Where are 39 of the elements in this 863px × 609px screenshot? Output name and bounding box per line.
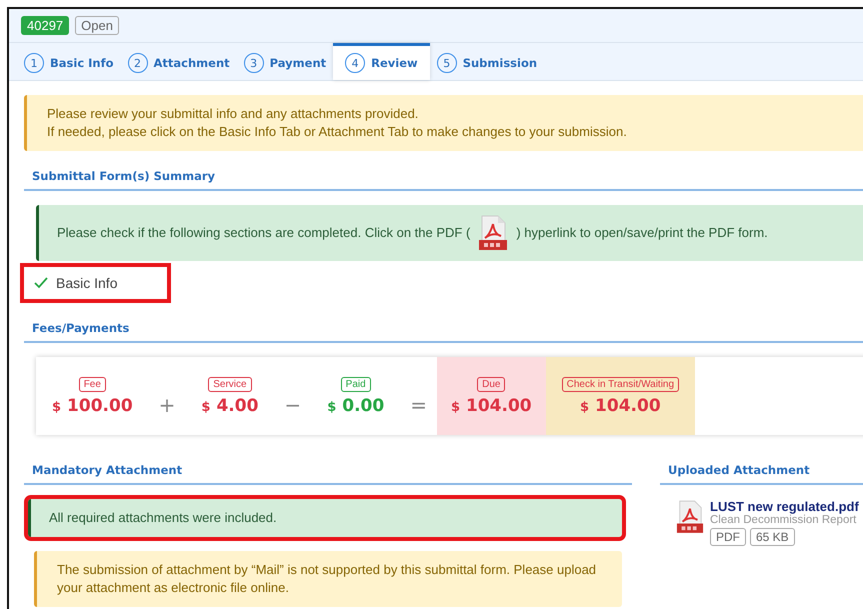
currency-sign: $	[327, 400, 336, 414]
section-title: Fees/Payments	[24, 303, 863, 343]
pdf-icon	[676, 499, 704, 535]
operator-sign: +	[158, 392, 176, 417]
section-title: Mandatory Attachment	[24, 445, 632, 485]
tab[interactable]: 4 Review	[333, 43, 430, 80]
file-tag: PDF	[710, 528, 746, 546]
tab[interactable]: 2 Attachment	[120, 43, 237, 80]
fee-amount: 4.00	[216, 396, 258, 416]
fee-label: Check in Transit/Waiting	[562, 376, 680, 392]
fee-amount: 104.00	[466, 396, 532, 416]
tab[interactable]: 5 Submission	[430, 43, 544, 80]
status-badge: Open	[75, 16, 119, 35]
fee-label: Service	[208, 376, 252, 392]
fee-amount: 0.00	[342, 396, 384, 416]
section-title: Uploaded Attachment	[660, 445, 863, 485]
fee-label: Paid	[340, 376, 371, 392]
currency-sign: $	[580, 400, 590, 414]
pdf-icon[interactable]	[478, 215, 508, 251]
id-badge: 40297	[21, 16, 70, 35]
tab[interactable]: 3 Payment	[236, 43, 334, 80]
review-notice: Please review your submittal info and any attachments provided. If needed, please click on the Basic Info Tab or Attachment Tab to make changes to your submission.	[24, 95, 863, 151]
currency-sign: $	[450, 400, 460, 414]
operator-sign: =	[409, 392, 428, 417]
file-tag: 65 KB	[750, 528, 795, 546]
section-title: Submittal Form(s) Summary	[24, 151, 863, 191]
section-label: Basic Info	[56, 275, 118, 291]
currency-sign: $	[201, 400, 210, 414]
fee-amount: 100.00	[67, 396, 133, 416]
fee-amount: 104.00	[595, 396, 661, 416]
currency-sign: $	[52, 400, 62, 414]
fee-label: Fee	[78, 376, 106, 392]
tab[interactable]: 1 Basic Info	[17, 43, 121, 80]
mail-warning: The submission of attachment by “Mail” is not supported by this submittal form. Please upload your attachment as electronic file online.	[34, 551, 622, 607]
operator-sign: −	[283, 392, 302, 417]
file-description: Clean Decommission Report	[710, 514, 858, 526]
pdf-notice: Please check if the following sections are completed. Click on the PDF ( ) hyperlink to open/save/print the PDF form.	[36, 205, 863, 261]
file-link[interactable]: LUST new regulated.pdf	[710, 499, 859, 514]
fee-label: Due	[477, 376, 506, 392]
